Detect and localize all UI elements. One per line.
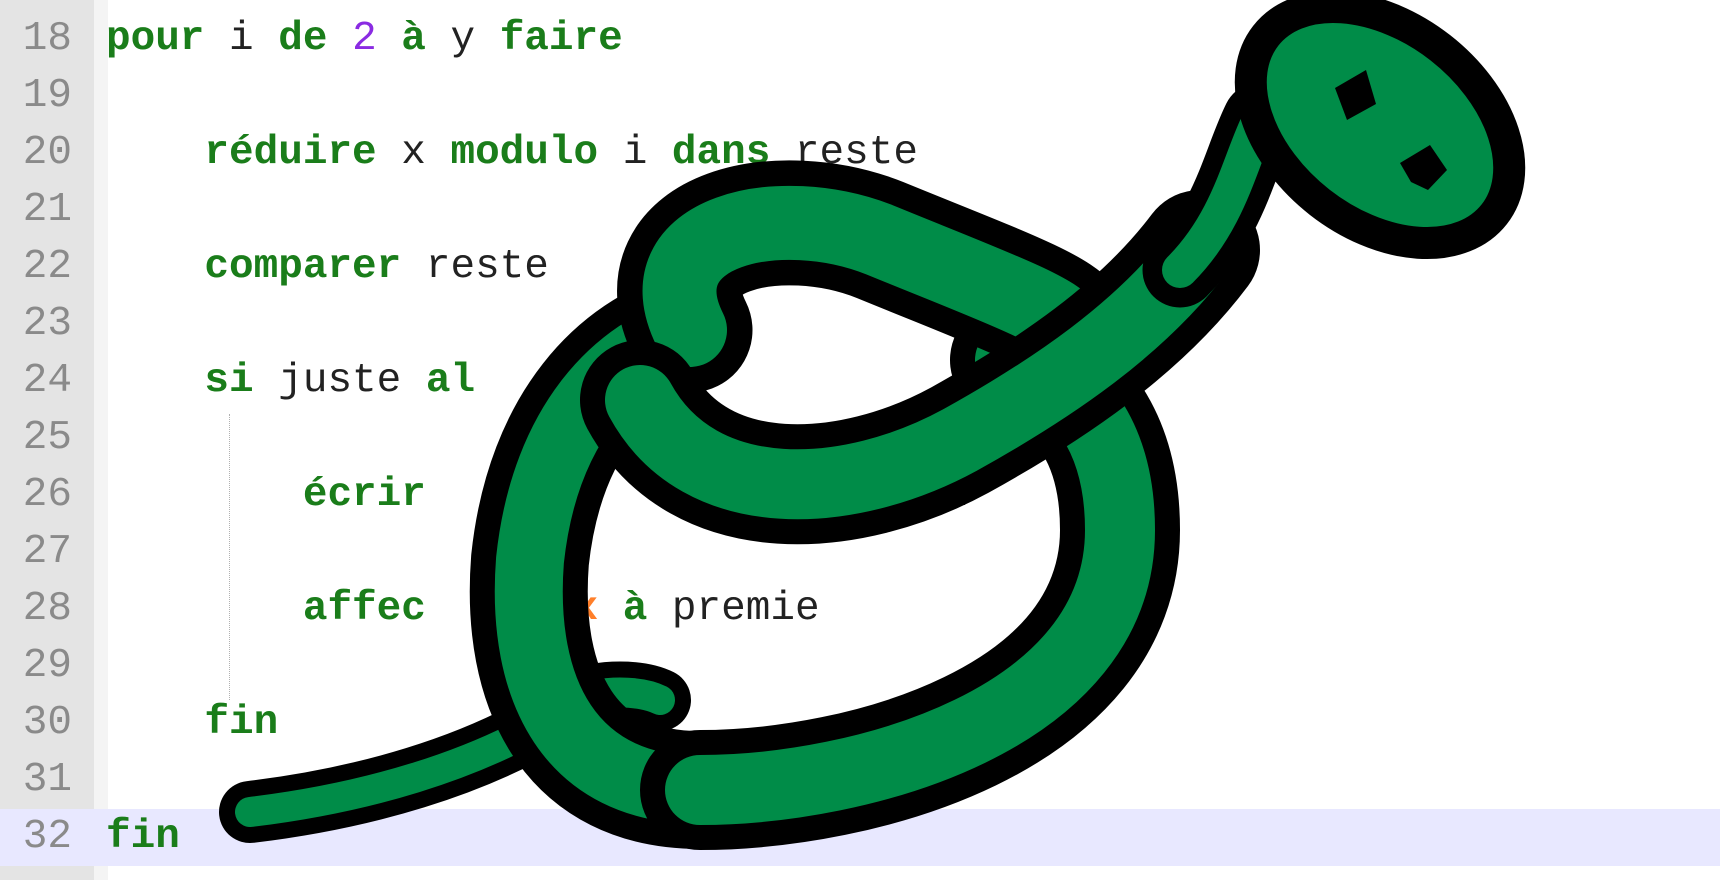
snake-icon — [219, 0, 1526, 850]
code-editor[interactable]: 18 pour i de 2 à y faire 19 20 réduire x mo… — [0, 0, 1720, 880]
